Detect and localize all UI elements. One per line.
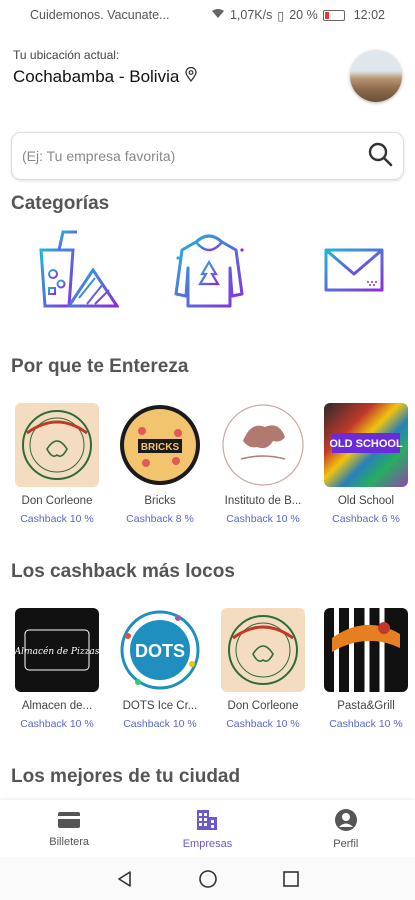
cashback-label: Cashback 10 % bbox=[20, 718, 94, 730]
old-school-logo-text: OLD SCHOOL bbox=[329, 438, 403, 450]
nav-billetera[interactable]: Billetera bbox=[0, 800, 138, 857]
section-title-categories: Categorías bbox=[11, 193, 110, 214]
section-title-cashback: Los cashback más locos bbox=[11, 561, 235, 582]
system-nav bbox=[0, 857, 415, 900]
business-name: DOTS Ice Cr... bbox=[122, 700, 198, 712]
status-battery-text: 20 % bbox=[289, 8, 318, 22]
business-card[interactable]: Instituto de B... Cashback 10 % bbox=[220, 403, 306, 525]
profile-icon bbox=[334, 808, 357, 831]
business-card[interactable]: Don Corleone Cashback 10 % bbox=[14, 403, 100, 525]
wallet-icon bbox=[58, 811, 81, 828]
don-corleone-logo bbox=[15, 403, 99, 487]
status-bar: Cuidemonos. Vacunate... 1,07K/s ▯ 20 % 1… bbox=[0, 0, 415, 30]
cashback-label: Cashback 10 % bbox=[20, 513, 94, 525]
vibrate-icon: ▯ bbox=[277, 8, 285, 23]
business-name: Don Corleone bbox=[21, 495, 93, 507]
category-clothing[interactable] bbox=[164, 228, 254, 312]
nav-empresas[interactable]: Empresas bbox=[138, 800, 276, 857]
business-name: Don Corleone bbox=[227, 700, 299, 712]
clothing-hoodie-icon bbox=[174, 234, 244, 308]
back-icon[interactable] bbox=[116, 870, 134, 888]
dots-logo-text: DOTS bbox=[135, 641, 185, 661]
business-card[interactable]: Almacén de Pizzas Almacen de... Cashback… bbox=[14, 608, 100, 730]
cashback-label: Cashback 6 % bbox=[332, 513, 400, 525]
location-city: Cochabamba - Bolivia bbox=[13, 67, 180, 86]
bricks-logo-text: BRICKS bbox=[141, 442, 180, 453]
bricks-logo: BRICKS bbox=[118, 403, 202, 487]
location-caption: Tu ubicación actual: bbox=[13, 48, 120, 62]
status-right: 1,07K/s ▯ 20 % 12:02 bbox=[211, 8, 385, 23]
battery-icon bbox=[322, 9, 345, 21]
category-mail[interactable] bbox=[296, 228, 386, 312]
old-school-logo: OLD SCHOOL bbox=[324, 403, 408, 487]
category-food[interactable] bbox=[31, 228, 121, 312]
categories-row bbox=[0, 228, 415, 318]
location-selector[interactable]: Cochabamba - Bolivia bbox=[13, 66, 402, 87]
home-icon[interactable] bbox=[198, 869, 218, 889]
nav-label: Perfil bbox=[333, 837, 359, 850]
cashback-carousel: Almacén de Pizzas Almacen de... Cashback… bbox=[0, 608, 415, 738]
status-time: 12:02 bbox=[353, 8, 385, 22]
cashback-label: Cashback 10 % bbox=[329, 718, 403, 730]
cashback-label: Cashback 8 % bbox=[126, 513, 194, 525]
mail-envelope-icon bbox=[298, 248, 384, 292]
nav-perfil[interactable]: Perfil bbox=[277, 800, 415, 857]
search-icon[interactable] bbox=[367, 141, 393, 172]
interest-carousel: Don Corleone Cashback 10 % BRICKS Bricks… bbox=[0, 403, 415, 533]
cashback-label: Cashback 10 % bbox=[226, 718, 300, 730]
location-header: Tu ubicación actual: Cochabamba - Bolivi… bbox=[13, 48, 402, 104]
business-name: Instituto de B... bbox=[224, 495, 302, 507]
section-title-interest: Por que te Entereza bbox=[11, 356, 189, 377]
business-card[interactable]: DOTS DOTS Ice Cr... Cashback 10 % bbox=[117, 608, 203, 730]
map-pin-icon bbox=[185, 66, 197, 87]
buildings-icon bbox=[197, 809, 218, 830]
instituto-logo bbox=[221, 403, 305, 487]
business-name: Old School bbox=[337, 495, 395, 507]
business-name: Pasta&Grill bbox=[337, 700, 395, 712]
status-notification: Cuidemonos. Vacunate... bbox=[30, 8, 170, 22]
nav-label: Billetera bbox=[49, 835, 90, 848]
business-card[interactable]: Don Corleone Cashback 10 % bbox=[220, 608, 306, 730]
business-name: Bricks bbox=[144, 495, 176, 507]
bottom-nav: Billetera Empresas Perfil bbox=[0, 800, 415, 857]
dots-logo: DOTS bbox=[118, 608, 202, 692]
status-speed: 1,07K/s bbox=[229, 8, 273, 22]
business-name: Almacen de... bbox=[21, 700, 93, 712]
business-card[interactable]: OLD SCHOOL Old School Cashback 6 % bbox=[323, 403, 409, 525]
section-title-best: Los mejores de tu ciudad bbox=[11, 766, 241, 787]
don-corleone-logo bbox=[221, 608, 305, 692]
almacen-logo-text: Almacén de Pizzas bbox=[15, 646, 99, 657]
nav-label: Empresas bbox=[182, 837, 233, 850]
almacen-logo: Almacén de Pizzas bbox=[15, 608, 99, 692]
food-drink-icon bbox=[39, 230, 119, 308]
cashback-label: Cashback 10 % bbox=[226, 513, 300, 525]
business-card[interactable]: Pasta&Grill Cashback 10 % bbox=[323, 608, 409, 730]
recents-icon[interactable] bbox=[282, 870, 300, 888]
pasta-grill-logo bbox=[324, 608, 408, 692]
search-input[interactable] bbox=[22, 148, 367, 164]
business-card[interactable]: BRICKS Bricks Cashback 8 % bbox=[117, 403, 203, 525]
wifi-icon bbox=[211, 8, 225, 22]
search-bar[interactable] bbox=[11, 132, 404, 180]
avatar[interactable] bbox=[350, 50, 402, 102]
cashback-label: Cashback 10 % bbox=[123, 718, 197, 730]
